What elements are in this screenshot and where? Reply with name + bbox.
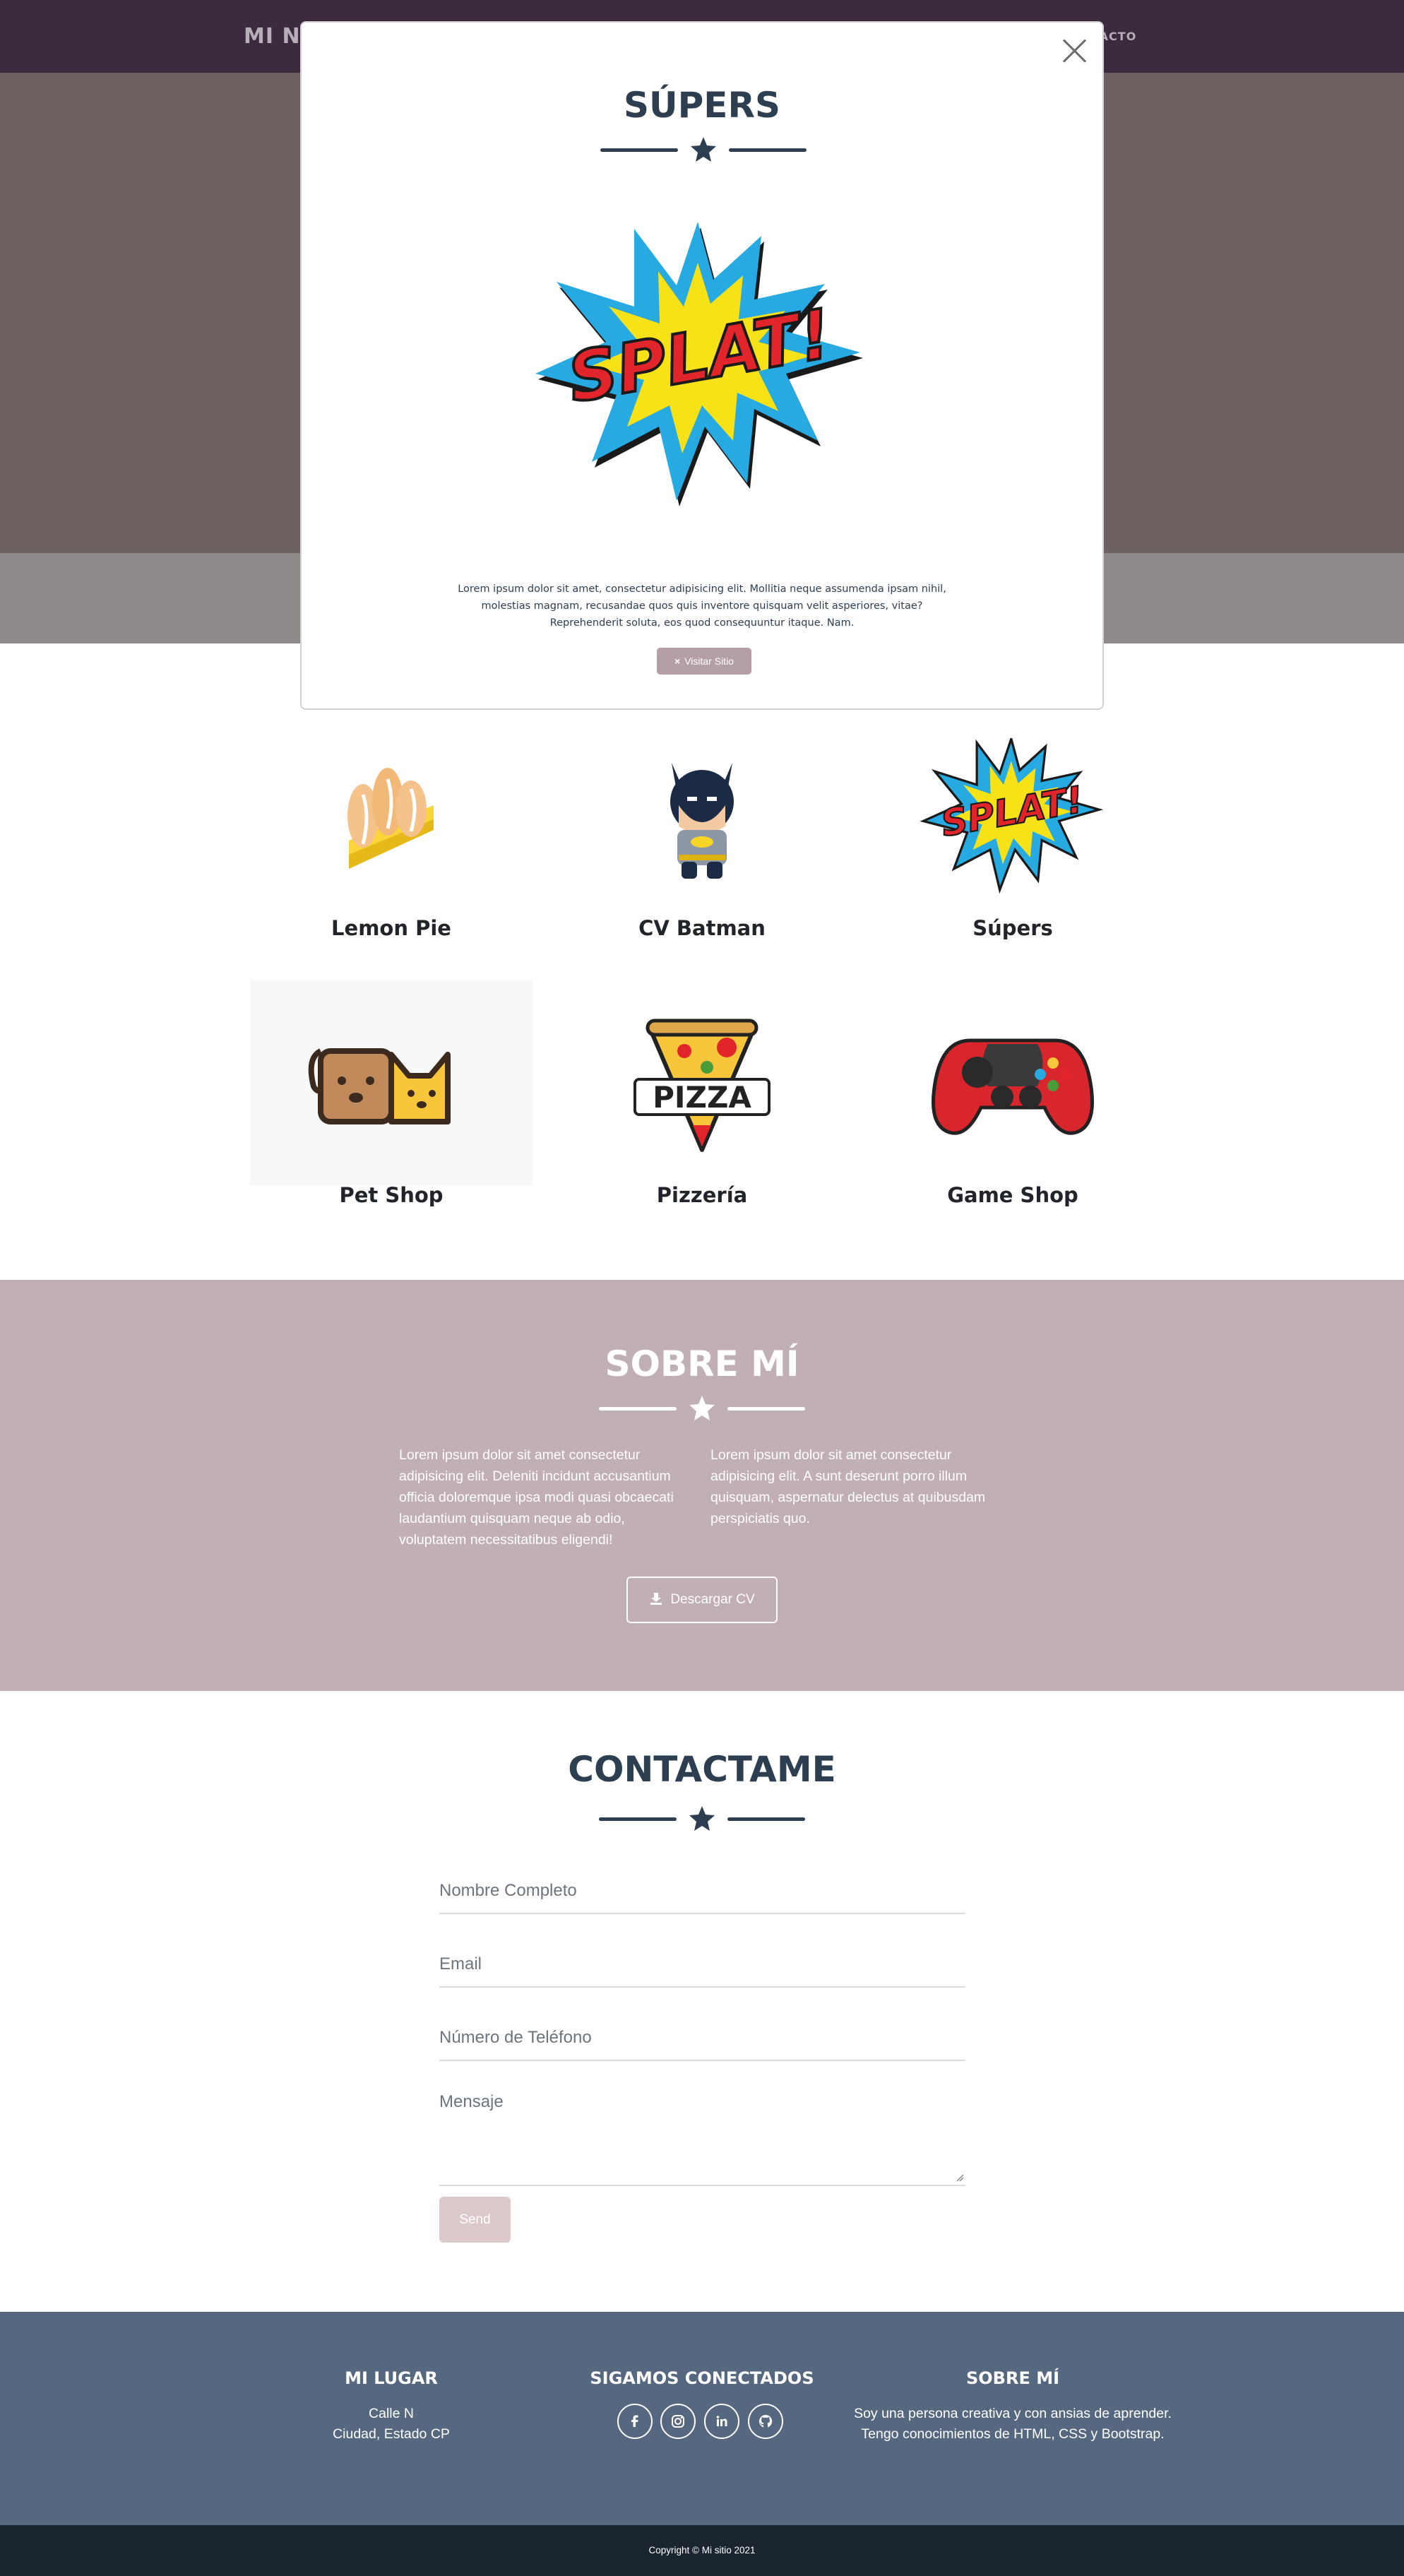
- star-divider: [600, 136, 807, 164]
- portfolio-item-pizzeria[interactable]: PIZZA Pizzería: [561, 980, 843, 1207]
- email-field: [439, 1942, 965, 1988]
- page: MI NO TACTO SÚPERS SPLAT! Lorem ipsum do…: [0, 0, 1404, 2576]
- portfolio-image: SPLAT!: [871, 717, 1154, 922]
- portfolio-caption: CV Batman: [638, 916, 766, 940]
- pizza-icon: PIZZA: [633, 1019, 771, 1152]
- close-icon: ×: [674, 655, 681, 667]
- email-input[interactable]: [439, 1942, 965, 1986]
- message-field: [439, 2092, 965, 2186]
- portfolio-caption: Pizzería: [656, 1183, 748, 1207]
- footer-address-line2: Ciudad, Estado CP: [333, 2426, 450, 2442]
- batman-icon: [670, 763, 734, 879]
- portfolio-caption: Pet Shop: [339, 1183, 444, 1207]
- star-icon: [689, 1806, 715, 1831]
- splat-icon: SPLAT!: [920, 738, 1104, 894]
- portfolio-caption: Game Shop: [947, 1183, 1078, 1207]
- dog-cat-icon: [308, 1048, 451, 1124]
- contact-title: CONTACTAME: [568, 1749, 836, 1790]
- download-cv-label: Descargar CV: [670, 1592, 755, 1607]
- visit-site-button[interactable]: × Visitar Sitio: [657, 648, 751, 675]
- footer-address-line1: Calle N: [369, 2406, 414, 2421]
- footer-social-title: SIGAMOS CONECTADOS: [590, 2368, 814, 2388]
- portfolio-image: [250, 980, 533, 1185]
- portfolio-image: [561, 717, 843, 922]
- star-icon: [689, 1396, 715, 1420]
- phone-field: [439, 2016, 965, 2061]
- name-input[interactable]: [439, 1868, 965, 1913]
- portfolio-item-cv-batman[interactable]: CV Batman: [561, 717, 843, 940]
- copyright-bar: Copyright © Mi sitio 2021: [0, 2525, 1404, 2576]
- portfolio-item-supers[interactable]: SPLAT! Súpers: [871, 717, 1154, 940]
- gamepad-icon: [932, 1038, 1094, 1135]
- portfolio-image: [871, 980, 1154, 1185]
- portfolio-caption: Lemon Pie: [331, 916, 451, 940]
- footer-about-title: SOBRE MÍ: [965, 2368, 1060, 2388]
- about-text-right: Lorem ipsum dolor sit amet consectetur a…: [710, 1447, 986, 1526]
- footer: MI LUGAR Calle N Ciudad, Estado CP SIGAM…: [0, 2312, 1404, 2525]
- about-section: SOBRE MÍ Lorem ipsum dolor sit amet cons…: [0, 1280, 1404, 1691]
- facebook-icon[interactable]: [617, 2404, 653, 2439]
- footer-location-title: MI LUGAR: [345, 2368, 438, 2388]
- linkedin-icon[interactable]: [704, 2404, 739, 2439]
- star-icon: [691, 137, 716, 162]
- resize-handle-icon[interactable]: [956, 2173, 964, 2182]
- splat-image: SPLAT!: [535, 222, 863, 506]
- close-icon[interactable]: [1059, 35, 1090, 66]
- star-divider: [599, 1394, 805, 1423]
- portfolio-item-game-shop[interactable]: Game Shop: [871, 980, 1154, 1207]
- lemon-pie-icon: [347, 768, 434, 869]
- modal-description: Lorem ipsum dolor sit amet, consectetur …: [458, 583, 946, 629]
- download-cv-button[interactable]: Descargar CV: [626, 1577, 778, 1623]
- portfolio-item-pet-shop[interactable]: Pet Shop: [250, 980, 533, 1207]
- download-icon: [650, 1593, 662, 1605]
- modal-title: SÚPERS: [624, 85, 780, 126]
- name-field: [439, 1868, 965, 1914]
- visit-site-label: Visitar Sitio: [684, 655, 734, 667]
- instagram-icon[interactable]: [660, 2404, 696, 2439]
- github-icon[interactable]: [748, 2404, 783, 2439]
- send-button[interactable]: Send: [439, 2197, 511, 2243]
- portfolio-image: [250, 717, 533, 922]
- portfolio-modal: SÚPERS SPLAT! Lorem ipsum dolor sit amet…: [300, 21, 1104, 710]
- about-title: SOBRE MÍ: [605, 1343, 799, 1384]
- about-text-left: Lorem ipsum dolor sit amet consectetur a…: [399, 1447, 674, 1548]
- message-textarea[interactable]: [439, 2092, 965, 2185]
- star-divider: [599, 1805, 805, 1833]
- portfolio-caption: Súpers: [972, 916, 1053, 940]
- phone-input[interactable]: [439, 2016, 965, 2060]
- portfolio-item-lemon-pie[interactable]: Lemon Pie: [250, 717, 533, 940]
- portfolio-image: PIZZA: [561, 980, 843, 1185]
- footer-about-text: Soy una persona creativa y con ansias de…: [854, 2406, 1172, 2442]
- pizza-text: PIZZA: [653, 1080, 751, 1115]
